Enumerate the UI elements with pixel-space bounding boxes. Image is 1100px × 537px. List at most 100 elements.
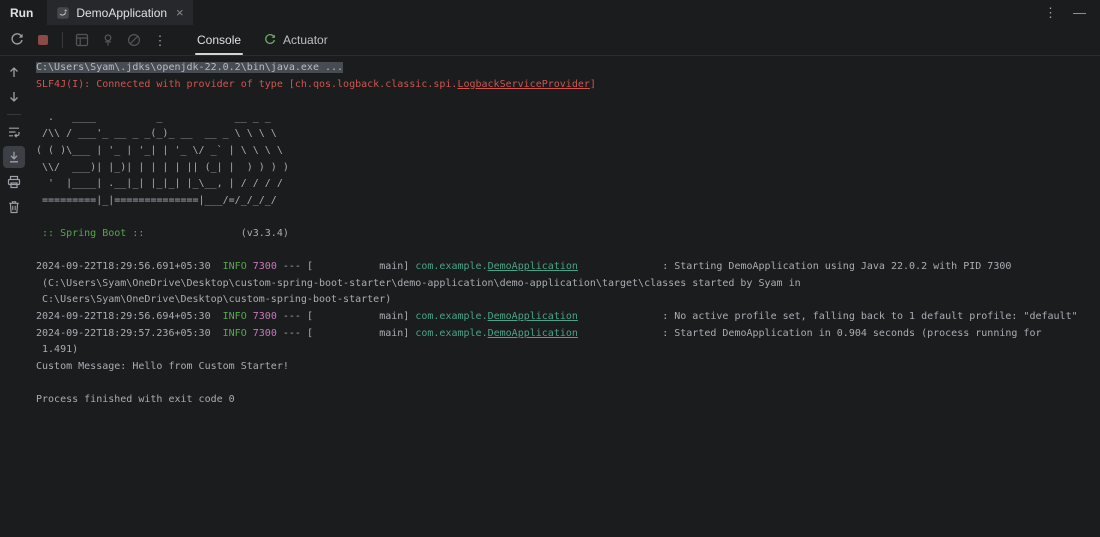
console-output: C:\Users\Syam\.jdks\openjdk-22.0.2\bin\j… <box>28 56 1100 537</box>
console-text: com.example. <box>415 261 488 273</box>
restore-layout-icon <box>74 32 90 48</box>
console-text: (C:\Users\Syam\OneDrive\Desktop\custom-s… <box>36 277 801 289</box>
console-text: :: Spring Boot :: <box>36 227 145 239</box>
tool-window-title: Run <box>10 5 34 20</box>
console-text: SLF4J(I): Connected with provider of typ… <box>36 78 458 90</box>
more-actions-icon[interactable]: ⋮ <box>1044 6 1057 19</box>
clear-all-icon <box>126 32 142 48</box>
console-text: Custom Message: Hello from Custom Starte… <box>36 360 289 372</box>
console-text: com.example. <box>415 327 488 339</box>
tab-console[interactable]: Console <box>186 25 252 55</box>
console-text: ] <box>589 78 596 90</box>
soft-wrap-icon <box>6 124 22 140</box>
console-text: : Starting DemoApplication using Java 22… <box>577 261 1012 273</box>
console-line: Process finished with exit code 0 <box>36 392 1100 409</box>
console-text: 2024-09-22T18:29:56.691+05:30 <box>36 261 223 273</box>
print-button[interactable] <box>3 171 25 193</box>
clear-all-button[interactable] <box>122 28 146 52</box>
scroll-to-end-icon <box>6 149 22 165</box>
console-text: com.example. <box>415 310 488 322</box>
console-text: C:\Users\Syam\OneDrive\Desktop\custom-sp… <box>36 294 392 306</box>
console-text: 7300 <box>252 310 277 322</box>
console-line: (C:\Users\Syam\OneDrive\Desktop\custom-s… <box>36 276 1100 293</box>
console-line: C:\Users\Syam\.jdks\openjdk-22.0.2\bin\j… <box>36 60 1100 77</box>
leftbar-separator <box>7 114 21 115</box>
rerun-icon <box>9 32 25 48</box>
console-text: : No active profile set, falling back to… <box>577 310 1078 322</box>
console-text: C:\Users\Syam\.jdks\openjdk-22.0.2\bin\j… <box>36 62 344 73</box>
console-line: ( ( )\___ | '_ | '_| | '_ \/ _` | \ \ \ … <box>36 143 1100 160</box>
console-text: . ____ _ __ _ _ <box>36 111 271 123</box>
run-tab-label: DemoApplication <box>76 5 168 20</box>
restore-layout-button[interactable] <box>70 28 94 52</box>
up-stack-trace-button[interactable] <box>3 61 25 83</box>
close-tab-icon[interactable]: × <box>176 6 184 19</box>
scroll-to-end-button[interactable] <box>3 146 25 168</box>
console-class-link[interactable]: LogbackServiceProvider <box>457 79 589 90</box>
tab-console-label: Console <box>197 33 242 47</box>
soft-wrap-button[interactable] <box>3 121 25 143</box>
console-line: :: Spring Boot :: (v3.3.4) <box>36 226 1100 243</box>
tab-actuator-label: Actuator <box>283 33 328 47</box>
run-toolbar: ⋮ Console Actuator <box>0 25 1100 56</box>
console-text: 7300 <box>252 261 277 273</box>
console-class-link[interactable]: DemoApplication <box>488 261 578 272</box>
console-line: 2024-09-22T18:29:56.691+05:30 INFO 7300 … <box>36 259 1100 276</box>
console-text: ' |____| .__|_| |_|_| |_\__, | / / / / <box>36 178 283 190</box>
toolbar-separator <box>62 32 63 48</box>
console-text: \\/ ___)| |_)| | | | | || (_| | ) ) ) ) <box>36 161 289 173</box>
arrow-up-icon <box>6 64 22 80</box>
console-text: 7300 <box>252 327 277 339</box>
console-line: 2024-09-22T18:29:56.694+05:30 INFO 7300 … <box>36 309 1100 326</box>
console-text: INFO <box>222 261 247 273</box>
trash-icon <box>6 199 22 215</box>
console-tab-bar: Console Actuator <box>186 25 339 55</box>
stop-icon <box>35 32 51 48</box>
kebab-icon: ⋮ <box>153 32 167 48</box>
console-line: 2024-09-22T18:29:57.236+05:30 INFO 7300 … <box>36 326 1100 343</box>
console-text: 1.491) <box>36 344 79 356</box>
console-class-link[interactable]: DemoApplication <box>488 328 578 339</box>
console-text: 2024-09-22T18:29:57.236+05:30 <box>36 327 223 339</box>
console-text: 2024-09-22T18:29:56.694+05:30 <box>36 310 223 322</box>
console-body: C:\Users\Syam\.jdks\openjdk-22.0.2\bin\j… <box>0 56 1100 537</box>
console-text: INFO <box>222 327 247 339</box>
more-actions-button[interactable]: ⋮ <box>148 28 172 52</box>
console-text: --- [ main] <box>276 310 416 322</box>
arrow-down-icon <box>6 89 22 105</box>
console-line: =========|_|==============|___/=/_/_/_/ <box>36 193 1100 210</box>
run-tab-demoapplication[interactable]: DemoApplication × <box>47 0 193 25</box>
print-icon <box>6 174 22 190</box>
console-text: --- [ main] <box>276 261 416 273</box>
console-text: /\\ / ___'_ __ _ _(_)_ __ __ _ \ \ \ \ <box>36 128 277 140</box>
console-left-toolbar <box>0 56 28 537</box>
down-stack-trace-button[interactable] <box>3 86 25 108</box>
console-text: =========|_|==============|___/=/_/_/_/ <box>36 194 277 206</box>
rerun-button[interactable] <box>5 28 29 52</box>
pin-icon <box>100 32 116 48</box>
hide-tool-window-icon[interactable]: — <box>1073 6 1086 19</box>
tab-actuator[interactable]: Actuator <box>252 25 339 55</box>
console-line: ' |____| .__|_| |_|_| |_\__, | / / / / <box>36 176 1100 193</box>
console-line: /\\ / ___'_ __ _ _(_)_ __ __ _ \ \ \ \ <box>36 126 1100 143</box>
console-text: INFO <box>222 310 247 322</box>
console-line: Custom Message: Hello from Custom Starte… <box>36 359 1100 376</box>
console-class-link[interactable]: DemoApplication <box>488 311 578 322</box>
console-line: . ____ _ __ _ _ <box>36 110 1100 127</box>
pin-tab-button[interactable] <box>96 28 120 52</box>
tool-window-controls: ⋮ — <box>1044 0 1100 25</box>
console-line: C:\Users\Syam\OneDrive\Desktop\custom-sp… <box>36 292 1100 309</box>
console-line: \\/ ___)| |_)| | | | | || (_| | ) ) ) ) <box>36 160 1100 177</box>
console-text: --- [ main] <box>276 327 416 339</box>
tool-window-header: Run DemoApplication × ⋮ — <box>0 0 1100 25</box>
console-text: (v3.3.4) <box>144 227 289 239</box>
console-text: ( ( )\___ | '_ | '_| | '_ \/ _` | \ \ \ … <box>36 144 283 156</box>
stop-button[interactable] <box>31 28 55 52</box>
clear-console-button[interactable] <box>3 196 25 218</box>
console-text: : Started DemoApplication in 0.904 secon… <box>577 327 1042 339</box>
console-text: Process finished with exit code 0 <box>36 393 235 405</box>
